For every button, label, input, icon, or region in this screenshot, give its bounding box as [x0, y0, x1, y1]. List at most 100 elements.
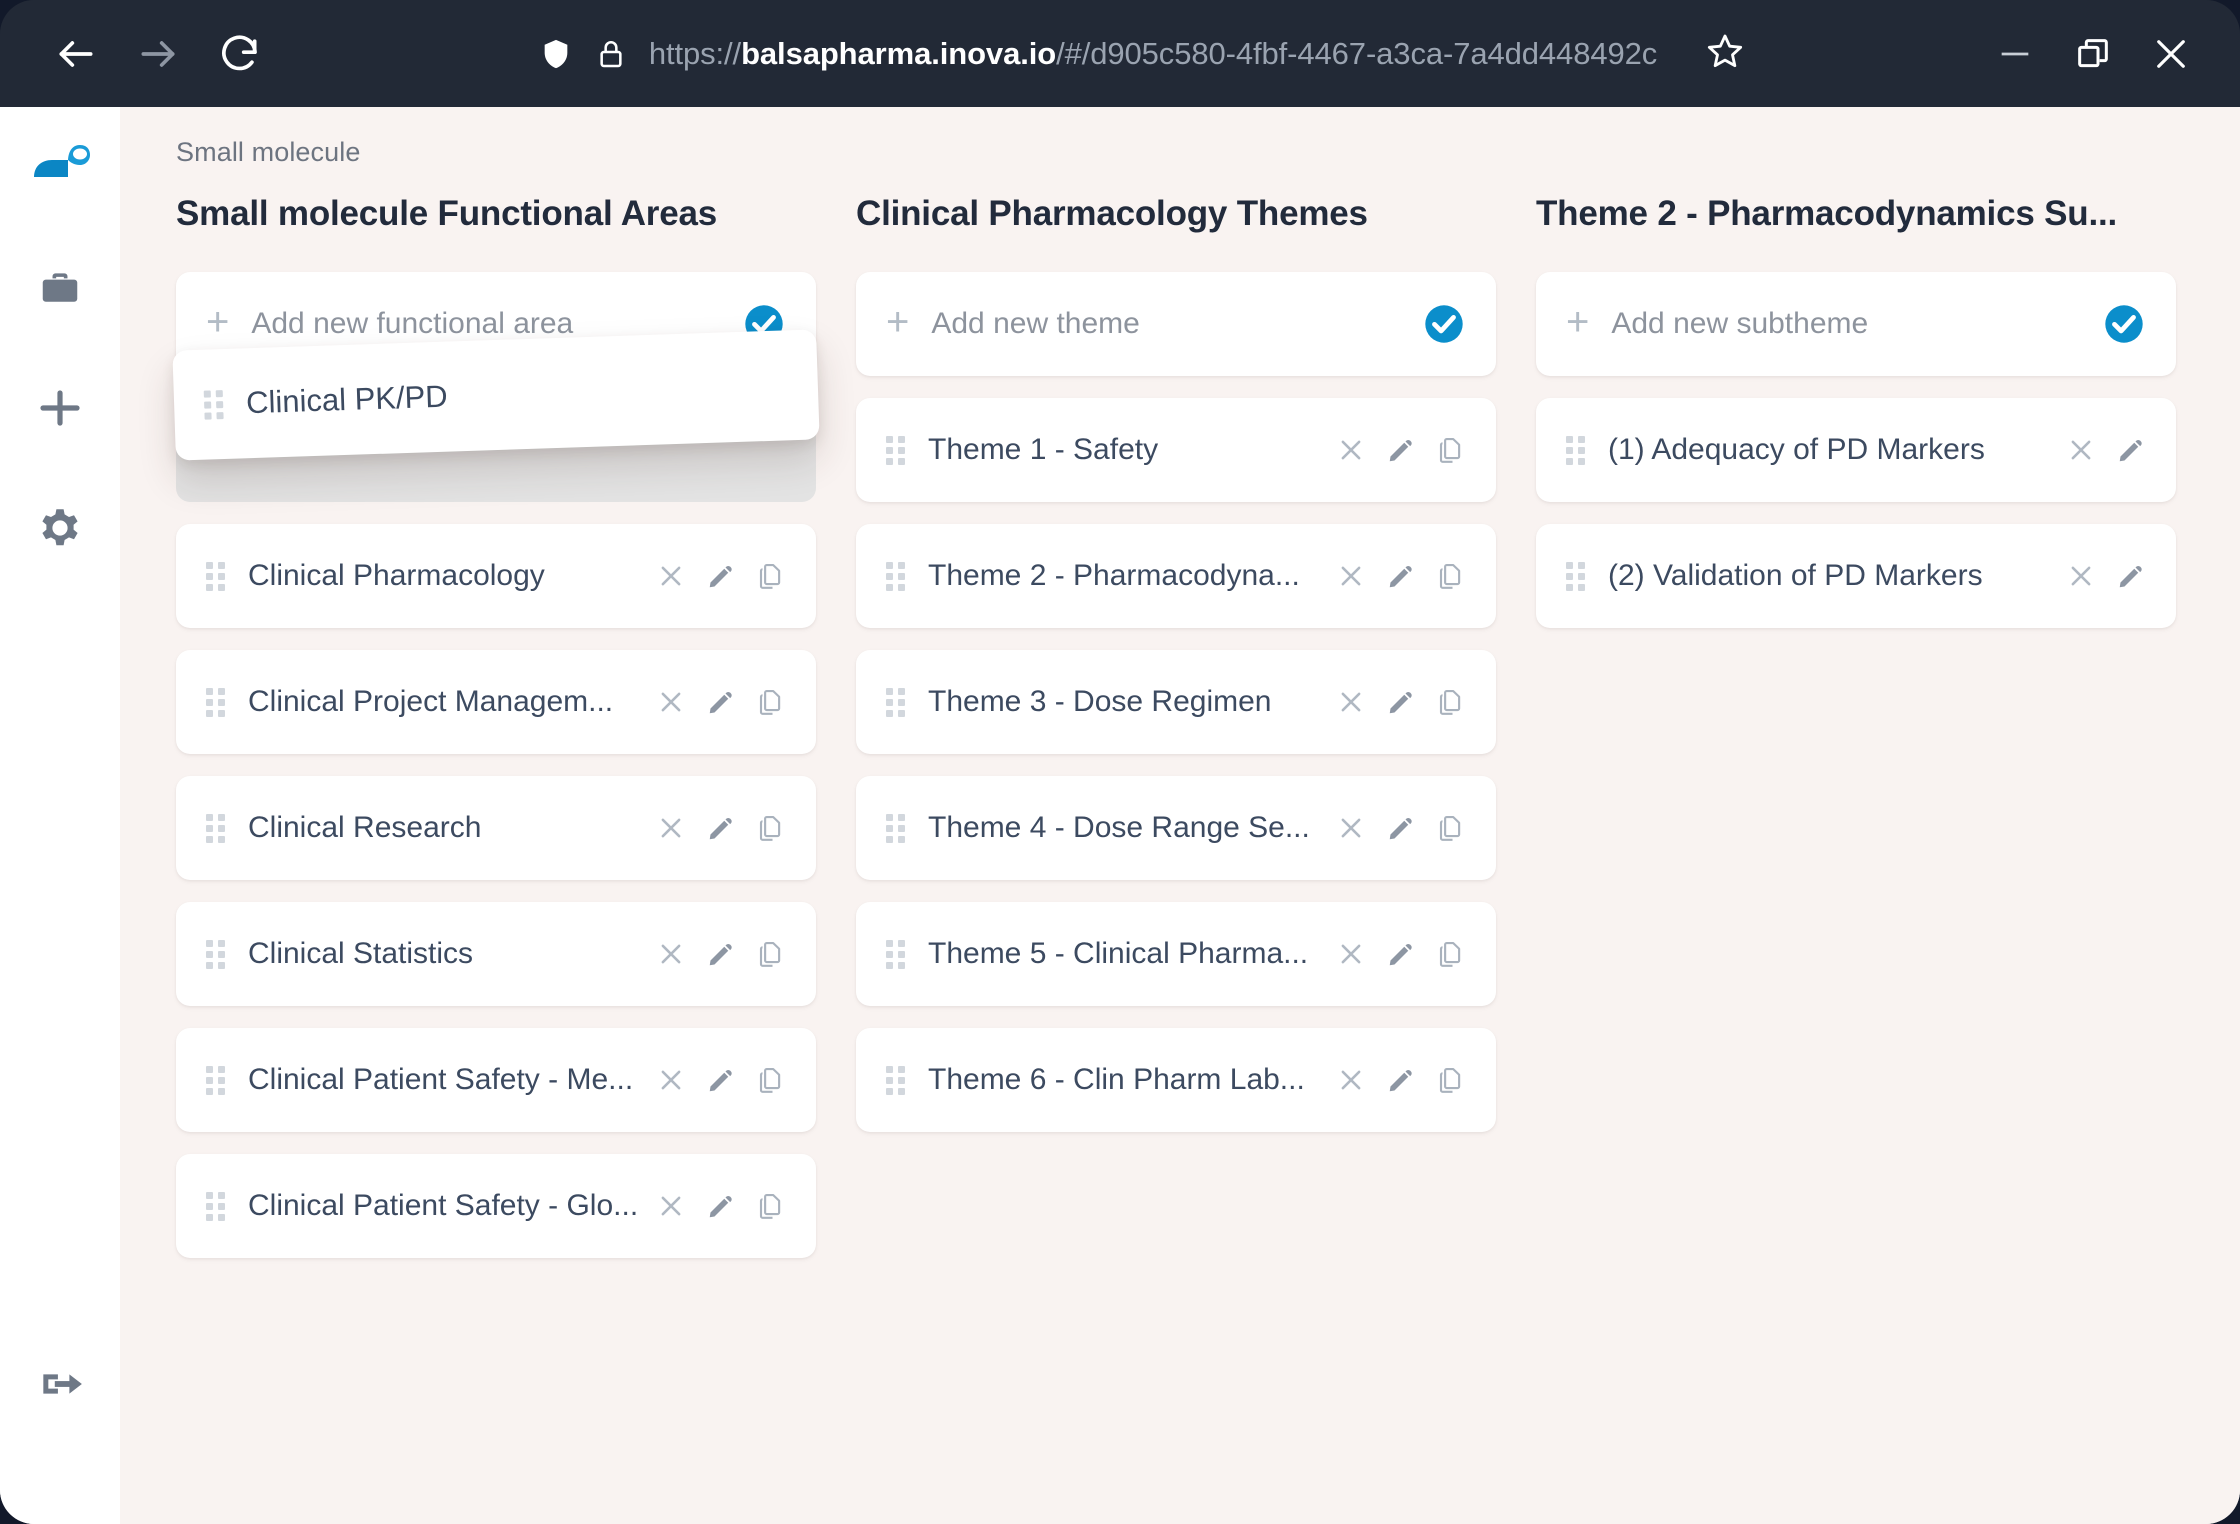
- sidebar-item-logout[interactable]: [18, 1342, 102, 1426]
- edit-item-button[interactable]: [1386, 1063, 1416, 1097]
- duplicate-item-button[interactable]: [756, 1063, 786, 1097]
- edit-item-button[interactable]: [1386, 937, 1416, 971]
- delete-item-button[interactable]: [2066, 433, 2096, 467]
- list-item[interactable]: Clinical Pharmacology: [176, 524, 816, 628]
- drag-handle-icon[interactable]: [206, 1191, 228, 1221]
- delete-item-button[interactable]: [1336, 811, 1366, 845]
- drag-handle-icon[interactable]: [1566, 561, 1588, 591]
- drag-handle-icon[interactable]: [206, 687, 228, 717]
- drag-handle-icon[interactable]: [1566, 435, 1588, 465]
- dragging-card[interactable]: Clinical PK/PD: [172, 329, 820, 461]
- delete-item-button[interactable]: [1336, 1063, 1366, 1097]
- edit-item-button[interactable]: [1386, 811, 1416, 845]
- delete-item-button[interactable]: [656, 811, 686, 845]
- minimize-button[interactable]: [1976, 19, 2054, 89]
- list-item[interactable]: Clinical Project Managem...: [176, 650, 816, 754]
- duplicate-item-button[interactable]: [756, 1189, 786, 1223]
- duplicate-item-button[interactable]: [1436, 937, 1466, 971]
- drag-handle-icon[interactable]: [206, 1065, 228, 1095]
- edit-item-button[interactable]: [2116, 559, 2146, 593]
- confirm-add-button[interactable]: [2102, 302, 2146, 346]
- list-item[interactable]: Clinical Statistics: [176, 902, 816, 1006]
- delete-item-button[interactable]: [656, 937, 686, 971]
- edit-item-button[interactable]: [2116, 433, 2146, 467]
- delete-item-button[interactable]: [656, 1189, 686, 1223]
- drag-handle-icon[interactable]: [886, 939, 908, 969]
- drag-handle-icon[interactable]: [886, 1065, 908, 1095]
- duplicate-item-button[interactable]: [756, 559, 786, 593]
- maximize-button[interactable]: [2054, 19, 2132, 89]
- list-item[interactable]: Theme 2 - Pharmacodyna...: [856, 524, 1496, 628]
- delete-item-button[interactable]: [1336, 433, 1366, 467]
- drag-handle-icon[interactable]: [886, 687, 908, 717]
- list-item[interactable]: Clinical Patient Safety - Glo...: [176, 1154, 816, 1258]
- app-body: Small molecule Small molecule Functional…: [0, 107, 2240, 1524]
- drag-handle-icon[interactable]: [206, 561, 228, 591]
- list-item[interactable]: Theme 3 - Dose Regimen: [856, 650, 1496, 754]
- close-button[interactable]: [2132, 19, 2210, 89]
- list-item[interactable]: Theme 1 - Safety: [856, 398, 1496, 502]
- duplicate-item-button[interactable]: [1436, 685, 1466, 719]
- delete-item-button[interactable]: [656, 559, 686, 593]
- back-button[interactable]: [48, 26, 104, 82]
- sidebar-item-add[interactable]: [18, 366, 102, 450]
- drag-handle-icon[interactable]: [886, 561, 908, 591]
- list-item[interactable]: Theme 4 - Dose Range Se...: [856, 776, 1496, 880]
- edit-item-button[interactable]: [706, 1063, 736, 1097]
- close-icon: [1341, 566, 1361, 586]
- edit-item-button[interactable]: [706, 685, 736, 719]
- add-item-card[interactable]: + Add new theme: [856, 272, 1496, 376]
- edit-item-button[interactable]: [706, 559, 736, 593]
- duplicate-item-button[interactable]: [1436, 433, 1466, 467]
- list-item[interactable]: (1) Adequacy of PD Markers: [1536, 398, 2176, 502]
- drag-handle-icon[interactable]: [886, 435, 908, 465]
- delete-item-button[interactable]: [656, 685, 686, 719]
- delete-item-button[interactable]: [1336, 559, 1366, 593]
- star-icon: [1708, 34, 1743, 68]
- browser-toolbar: https://balsapharma.inova.io/#/d905c580-…: [0, 0, 2240, 107]
- inova-logo[interactable]: [28, 133, 92, 194]
- add-item-card[interactable]: + Add new subtheme: [1536, 272, 2176, 376]
- edit-item-button[interactable]: [1386, 559, 1416, 593]
- delete-item-button[interactable]: [1336, 937, 1366, 971]
- edit-item-button[interactable]: [1386, 433, 1416, 467]
- list-item[interactable]: Clinical Patient Safety - Me...: [176, 1028, 816, 1132]
- duplicate-item-button[interactable]: [756, 685, 786, 719]
- edit-item-button[interactable]: [706, 937, 736, 971]
- duplicate-item-button[interactable]: [756, 937, 786, 971]
- inova-logo-icon: [34, 145, 90, 177]
- edit-item-button[interactable]: [706, 811, 736, 845]
- address-bar[interactable]: https://balsapharma.inova.io/#/d905c580-…: [308, 26, 1976, 82]
- pencil-icon: [709, 943, 732, 966]
- sidebar-item-settings[interactable]: [18, 486, 102, 570]
- pencil-icon: [709, 817, 732, 840]
- add-item-input[interactable]: Add new subtheme: [1611, 307, 2102, 341]
- list-item[interactable]: Theme 5 - Clinical Pharma...: [856, 902, 1496, 1006]
- list-item[interactable]: Clinical Research: [176, 776, 816, 880]
- plus-icon: [40, 390, 80, 426]
- duplicate-item-button[interactable]: [1436, 559, 1466, 593]
- delete-item-button[interactable]: [2066, 559, 2096, 593]
- edit-item-button[interactable]: [706, 1189, 736, 1223]
- add-item-input[interactable]: Add new theme: [931, 307, 1422, 341]
- drag-handle-icon[interactable]: [206, 813, 228, 843]
- sidebar-item-projects[interactable]: [18, 246, 102, 330]
- delete-item-button[interactable]: [656, 1063, 686, 1097]
- delete-item-button[interactable]: [1336, 685, 1366, 719]
- reload-button[interactable]: [212, 26, 268, 82]
- confirm-add-button[interactable]: [1422, 302, 1466, 346]
- bookmark-button[interactable]: [1705, 31, 1745, 76]
- duplicate-item-button[interactable]: [1436, 1063, 1466, 1097]
- list-item[interactable]: Theme 6 - Clin Pharm Lab...: [856, 1028, 1496, 1132]
- drag-handle-icon[interactable]: [203, 389, 227, 420]
- drag-handle-icon[interactable]: [206, 939, 228, 969]
- url-text[interactable]: https://balsapharma.inova.io/#/d905c580-…: [649, 36, 1657, 72]
- edit-item-button[interactable]: [1386, 685, 1416, 719]
- duplicate-item-button[interactable]: [756, 811, 786, 845]
- forward-button[interactable]: [130, 26, 186, 82]
- list-item[interactable]: (2) Validation of PD Markers: [1536, 524, 2176, 628]
- duplicate-item-button[interactable]: [1436, 811, 1466, 845]
- drag-handle-icon[interactable]: [886, 813, 908, 843]
- item-actions: [1336, 937, 1466, 971]
- check-circle-icon: [1425, 305, 1463, 343]
